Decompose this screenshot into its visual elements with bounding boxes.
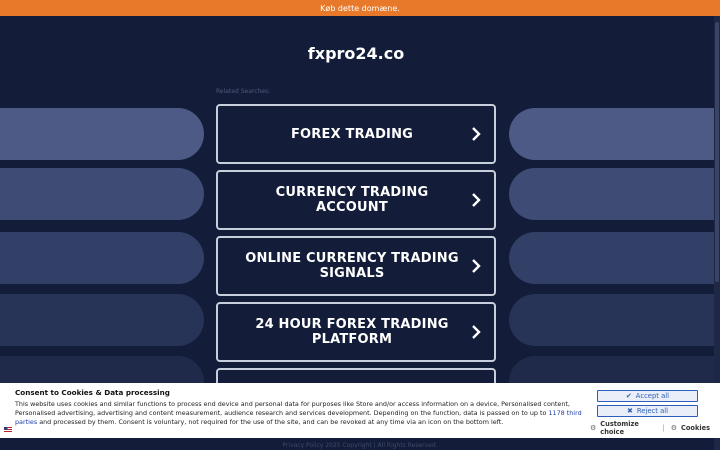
chevron-right-icon: [472, 193, 481, 207]
decorative-bar: [0, 294, 204, 346]
buy-domain-banner[interactable]: Køb dette domæne.: [0, 0, 720, 16]
cookie-consent-banner: Consent to Cookies & Data processing Thi…: [0, 383, 720, 438]
consent-body-text: This website uses cookies and similar fu…: [15, 400, 570, 417]
domain-title: fxpro24.co: [307, 44, 405, 63]
accept-all-button[interactable]: ✔ Accept all: [597, 390, 698, 402]
decorative-bar: [0, 108, 204, 160]
search-button-forex-trading[interactable]: FOREX TRADING: [216, 104, 496, 164]
consent-body: This website uses cookies and similar fu…: [15, 400, 585, 427]
copyright-text: 2025 Copyright | All Rights Reserved.: [325, 442, 438, 449]
scrollbar-thumb[interactable]: [715, 22, 719, 282]
chevron-right-icon: [472, 259, 481, 273]
decorative-bar: [509, 294, 720, 346]
gear-icon: ⚙: [590, 424, 597, 432]
search-button-label: FOREX TRADING: [290, 126, 414, 142]
search-button-24-hour-forex-trading-platform[interactable]: 24 HOUR FOREX TRADING PLATFORM: [216, 302, 496, 362]
chevron-right-icon: [472, 127, 481, 141]
us-flag-icon[interactable]: [4, 427, 12, 433]
search-button-currency-trading-account[interactable]: CURRENCY TRADING ACCOUNT: [216, 170, 496, 230]
search-button-label: CURRENCY TRADING ACCOUNT: [275, 185, 429, 215]
search-button-label: 24 HOUR FOREX TRADING PLATFORM: [255, 317, 449, 347]
x-icon: ✖: [626, 407, 633, 415]
check-icon: ✔: [625, 392, 632, 400]
chevron-right-icon: [472, 325, 481, 339]
related-searches-label: Related Searches:: [216, 88, 271, 95]
gear-icon: ⚙: [670, 424, 678, 432]
footer: Privacy Policy 2025 Copyright | All Righ…: [0, 442, 720, 449]
decorative-bar: [509, 108, 720, 160]
buy-domain-link[interactable]: Køb dette domæne.: [320, 4, 400, 13]
decorative-bar: [0, 168, 204, 220]
reject-all-label: Reject all: [636, 407, 669, 415]
consent-body-text-end: and processed by them. Consent is volunt…: [37, 418, 504, 426]
consent-links: ⚙ Customize choice | ⚙ Cookies: [590, 420, 710, 436]
decorative-bar: [509, 168, 720, 220]
decorative-bar: [0, 232, 204, 284]
search-button-label: ONLINE CURRENCY TRADING SIGNALS: [245, 251, 459, 281]
customize-choice-link[interactable]: Customize choice: [600, 420, 656, 436]
cookies-link[interactable]: Cookies: [681, 424, 710, 432]
privacy-policy-link[interactable]: Privacy Policy: [282, 442, 323, 449]
consent-title: Consent to Cookies & Data processing: [15, 388, 170, 397]
reject-all-button[interactable]: ✖ Reject all: [597, 405, 698, 417]
search-button-online-currency-trading-signals[interactable]: ONLINE CURRENCY TRADING SIGNALS: [216, 236, 496, 296]
accept-all-label: Accept all: [635, 392, 670, 400]
separator: |: [662, 424, 665, 432]
decorative-bar: [509, 232, 720, 284]
